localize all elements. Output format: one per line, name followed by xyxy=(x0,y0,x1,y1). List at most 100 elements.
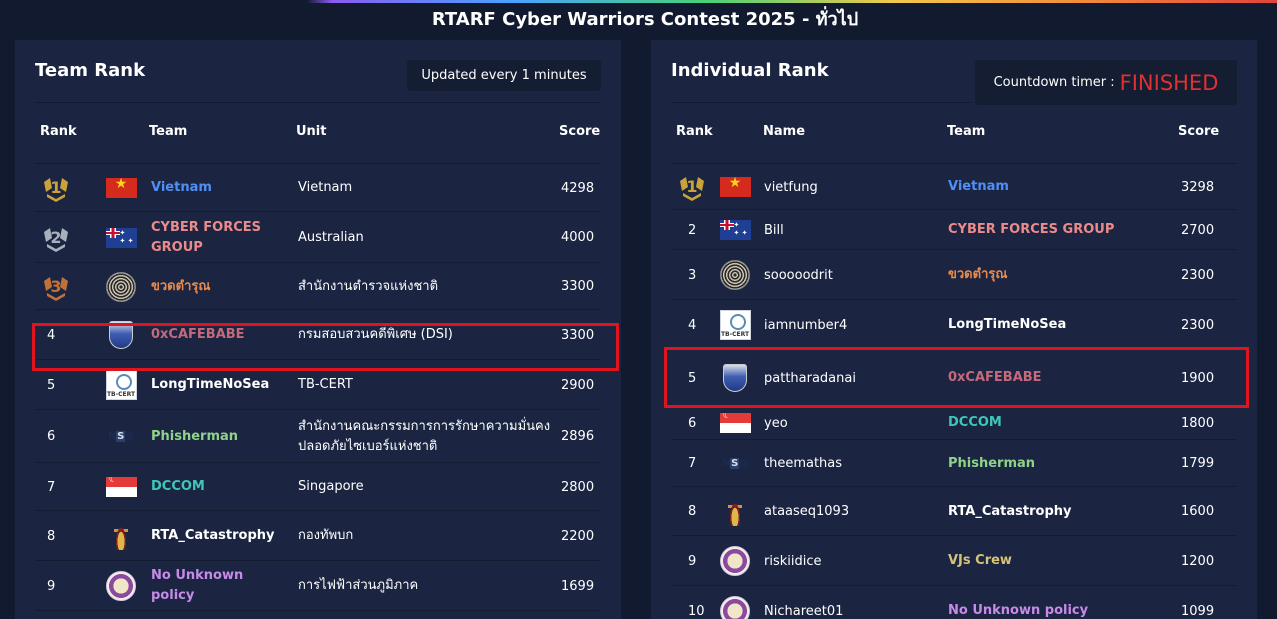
highlight-box-team-0xcafebabe xyxy=(32,323,619,371)
table-row[interactable]: 9 riskiidice VJs Crew 1200 xyxy=(671,536,1237,586)
team-logo xyxy=(105,520,137,552)
purple-seal-icon xyxy=(720,546,750,576)
team-logo xyxy=(719,407,751,439)
player-name[interactable]: theemathas xyxy=(764,440,944,487)
team-name[interactable]: ขวดตำรุณ xyxy=(948,250,1148,300)
player-name[interactable]: Nichareet01 xyxy=(764,586,944,619)
tb-cert-logo-icon: TB-CERT xyxy=(719,310,751,340)
table-row[interactable]: 6 yeoDCCOM 1800 xyxy=(671,406,1237,440)
team-name[interactable]: ขวดตำรุณ xyxy=(151,263,281,310)
header-team[interactable]: Team xyxy=(149,124,187,139)
table-row[interactable]: 9 No Unknown policy การไฟฟ้าส่วนภูมิภาค 169… xyxy=(35,561,601,611)
gold-medal-icon: 1 xyxy=(677,173,707,201)
unit-name: Vietnam xyxy=(298,180,353,195)
team-name[interactable]: VJs Crew xyxy=(948,536,1148,586)
highlight-box-individual-0xcafebabe xyxy=(664,347,1249,408)
score-value: 4000 xyxy=(561,230,595,245)
unit-name: Australian xyxy=(298,229,364,245)
team-name[interactable]: Phisherman xyxy=(151,410,281,463)
player-name[interactable]: Bill xyxy=(764,210,944,250)
rank-number: 3 xyxy=(688,267,697,283)
header-rank[interactable]: Rank xyxy=(40,124,77,139)
countdown-status: FINISHED xyxy=(1119,70,1219,95)
team-name[interactable]: No Unknown policy xyxy=(151,561,281,611)
team-rank-title: Team Rank xyxy=(35,60,146,81)
purple-seal-icon xyxy=(720,596,750,619)
team-logo xyxy=(719,595,751,619)
player-name[interactable]: vietfung xyxy=(764,164,944,210)
team-name[interactable]: CYBER FORCES GROUP xyxy=(948,210,1148,250)
team-name[interactable]: Phisherman xyxy=(948,440,1148,487)
table-row[interactable]: 8 RTA_Catastrophy กองทัพบก 2200 xyxy=(35,511,601,561)
table-row[interactable]: 1 vietfungVietnam 3298 xyxy=(671,164,1237,210)
nsec-logo-icon: N S ▦ xyxy=(108,431,134,442)
team-logo: ✦ ✦ ✦ xyxy=(719,214,751,246)
player-name[interactable]: yeo xyxy=(764,406,944,440)
player-name[interactable]: riskiidice xyxy=(764,536,944,586)
score-value: 2800 xyxy=(561,479,595,495)
header-name[interactable]: Name xyxy=(763,124,805,139)
table-row[interactable]: 2 ✦ ✦ ✦ CYBER FORCES GROUP Australian 4000 xyxy=(35,212,601,263)
team-name[interactable]: Vietnam xyxy=(948,164,1148,210)
score-value: 1699 xyxy=(561,578,595,594)
unit-name: Singapore xyxy=(298,479,364,494)
team-logo xyxy=(719,259,751,291)
rank-cell: 1 xyxy=(41,164,81,212)
table-row[interactable]: 10 Nichareet01 No Unknown policy 1099 xyxy=(671,586,1237,619)
rank-cell: 6 xyxy=(47,410,87,463)
team-logo xyxy=(105,471,137,503)
player-name[interactable]: iamnumber4 xyxy=(764,300,944,350)
header-score[interactable]: Score xyxy=(1178,124,1219,139)
header-score[interactable]: Score xyxy=(559,124,600,139)
table-row[interactable]: 2 ✦ ✦ ✦ Bill CYBER FORCES GROUP 2700 xyxy=(671,210,1237,250)
score-value: 3298 xyxy=(1181,179,1215,195)
table-row[interactable]: 8 ataaseq1093 RTA_Catastrophy 1600 xyxy=(671,487,1237,536)
team-name[interactable]: Vietnam xyxy=(151,164,281,212)
header-rank[interactable]: Rank xyxy=(676,124,713,139)
score-value: 1799 xyxy=(1181,456,1215,471)
singapore-flag-icon xyxy=(105,477,137,497)
team-name[interactable]: DCCOM xyxy=(948,406,1148,440)
header-unit[interactable]: Unit xyxy=(296,124,326,139)
table-row[interactable]: 7 N S ▦ theemathas Phisherman 1799 xyxy=(671,440,1237,487)
team-name[interactable]: RTA_Catastrophy xyxy=(151,511,281,561)
svg-text:1: 1 xyxy=(50,178,61,197)
team-name[interactable]: LongTimeNoSea xyxy=(948,300,1148,350)
team-logo xyxy=(719,496,751,528)
table-row[interactable]: 1 Vietnam Vietnam 4298 xyxy=(35,164,601,212)
table-row[interactable]: 3 ขวดตำรุณ สำนักงานตำรวจแห่งชาติ 3300 xyxy=(35,263,601,310)
player-name[interactable]: ataaseq1093 xyxy=(764,487,944,536)
table-row[interactable]: 3 sooooodrit ขวดตำรุณ 2300 xyxy=(671,250,1237,300)
team-logo xyxy=(105,172,137,204)
rank-number: 6 xyxy=(688,415,697,431)
team-name[interactable]: RTA_Catastrophy xyxy=(948,487,1148,536)
page-title: RTARF Cyber Warriors Contest 2025 - ทั่ว… xyxy=(431,9,859,30)
rank-number: 8 xyxy=(47,528,56,544)
score-value: 1200 xyxy=(1181,553,1215,569)
player-name[interactable]: sooooodrit xyxy=(764,250,944,300)
update-interval-badge: Updated every 1 minutes xyxy=(407,60,601,91)
army-emblem-icon xyxy=(728,497,742,526)
table-row[interactable]: 4 TB-CERT iamnumber4 LongTimeNoSea 2300 xyxy=(671,300,1237,350)
header-team[interactable]: Team xyxy=(947,124,985,139)
score-value: 2300 xyxy=(1181,317,1215,333)
silver-medal-icon: 2 xyxy=(41,224,71,252)
australia-flag-icon: ✦ ✦ ✦ xyxy=(719,220,751,240)
rank-number: 7 xyxy=(688,456,697,471)
table-row[interactable]: 7 DCCOM Singapore 2800 xyxy=(35,463,601,511)
rank-number: 2 xyxy=(688,222,697,238)
team-name[interactable]: No Unknown policy xyxy=(948,586,1148,619)
team-name[interactable]: CYBER FORCES GROUP xyxy=(151,212,281,263)
rank-number: 9 xyxy=(688,553,697,569)
unit-name: กองทัพบก xyxy=(298,528,354,543)
table-row[interactable]: 6 N S ▦ Phisherman สำนักงานคณะกรรมการการรักษา… xyxy=(35,410,601,463)
score-value: 1099 xyxy=(1181,603,1215,619)
team-logo xyxy=(105,271,137,303)
singapore-flag-icon xyxy=(719,413,751,433)
team-name[interactable]: DCCOM xyxy=(151,463,281,511)
rank-cell: 9 xyxy=(47,561,87,611)
unit-name: สำนักงานคณะกรรมการการรักษาความมั่นคงปลอด… xyxy=(298,418,551,454)
rank-number: 5 xyxy=(47,377,56,393)
team-logo xyxy=(719,171,751,203)
team-logo xyxy=(719,545,751,577)
